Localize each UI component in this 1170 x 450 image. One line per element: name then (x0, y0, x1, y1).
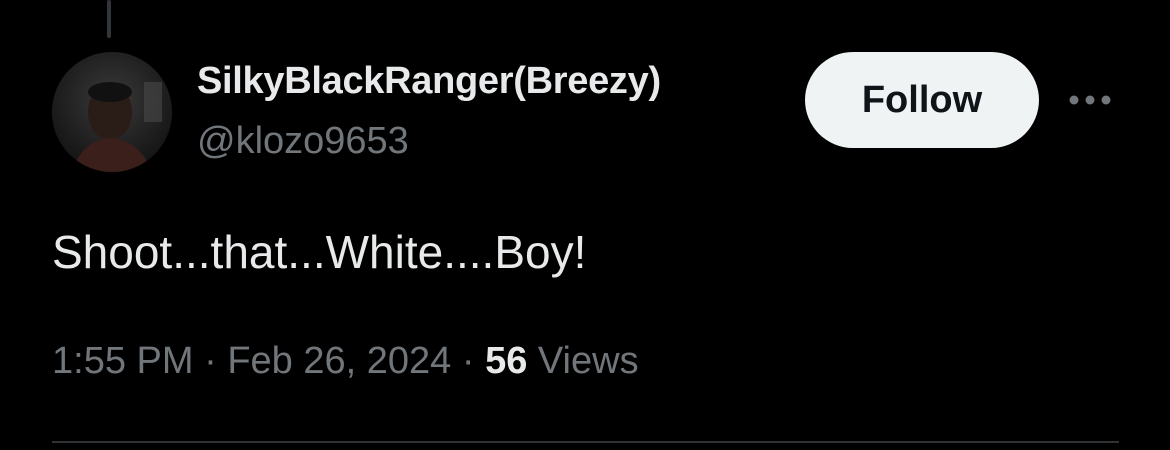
avatar-photo-icon (52, 52, 172, 172)
meta-separator: · (451, 340, 486, 382)
follow-button[interactable]: Follow (805, 52, 1039, 148)
avatar[interactable] (52, 52, 172, 172)
meta-separator: · (193, 340, 228, 382)
author-handle[interactable]: @klozo9653 (197, 120, 409, 163)
views-count: 56 (485, 340, 528, 382)
tweet-meta: 1:55 PM · Feb 26, 2024 · 56 Views (52, 340, 639, 383)
tweet-date[interactable]: Feb 26, 2024 (227, 340, 451, 382)
tweet-time[interactable]: 1:55 PM (52, 340, 194, 382)
more-horizontal-icon[interactable] (1066, 88, 1114, 112)
thread-connector-line (107, 0, 111, 38)
author-display-name[interactable]: SilkyBlackRanger(Breezy) (197, 60, 661, 103)
views-label: Views (527, 340, 639, 382)
divider (52, 441, 1119, 443)
tweet-text: Shoot...that...White....Boy! (52, 226, 587, 278)
